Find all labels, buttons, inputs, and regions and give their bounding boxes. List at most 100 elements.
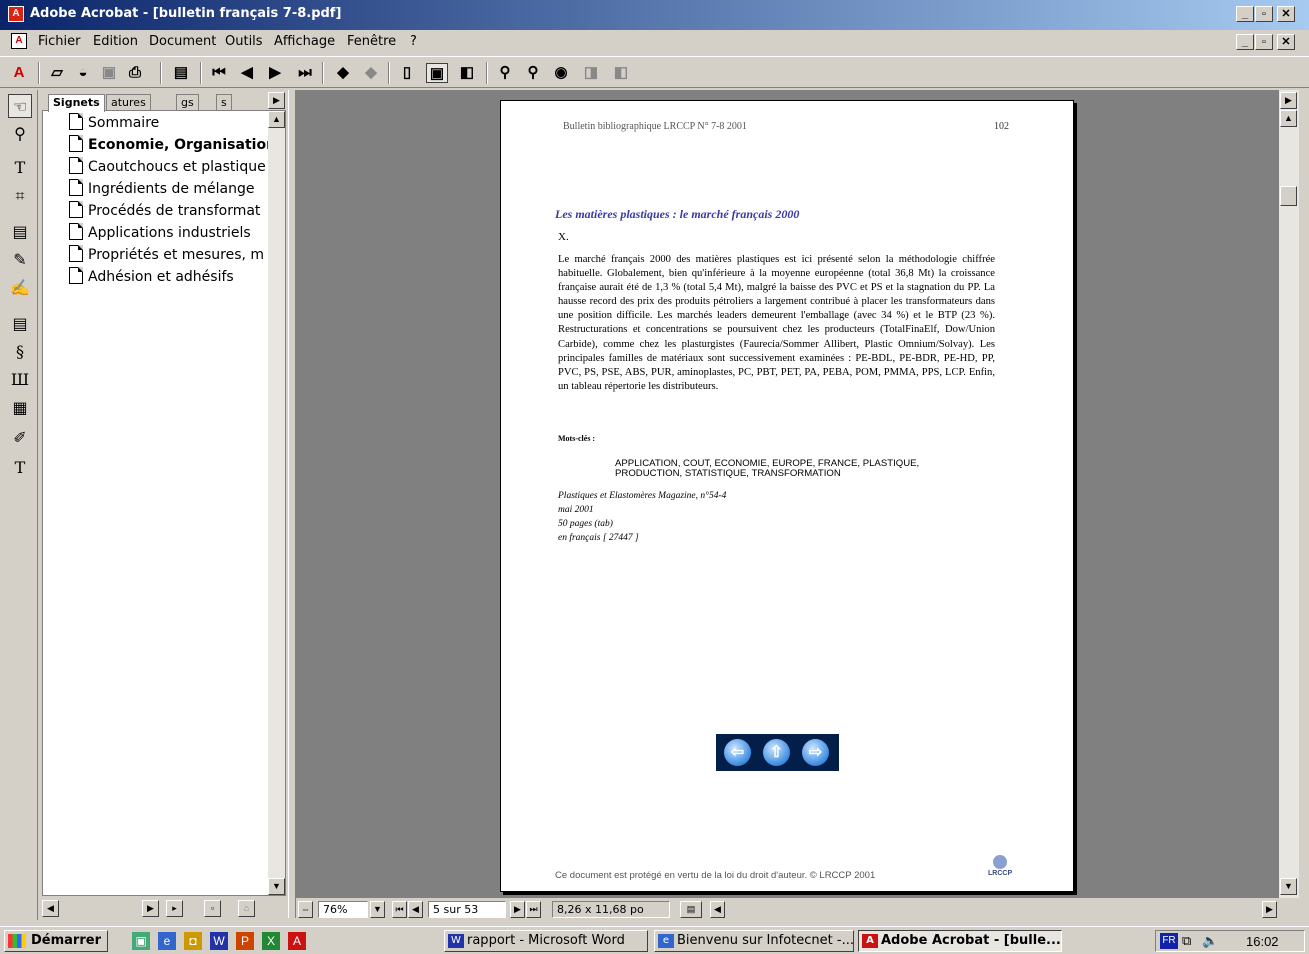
highlight-icon[interactable]: ✍ [8, 276, 32, 300]
zoom-dropdown-button[interactable]: ▼ [370, 901, 385, 918]
actual-size-icon[interactable]: ▯ [396, 63, 418, 83]
menu-edition[interactable]: Edition [93, 34, 138, 49]
search-results-icon[interactable]: ◉ [550, 63, 572, 83]
internet-explorer-icon[interactable]: e [158, 932, 176, 950]
bookmark-item[interactable]: Procédés de transformat [69, 201, 260, 221]
prev-page-button[interactable]: ◀ [408, 901, 423, 918]
prev-arrow-icon[interactable]: ⇦ [724, 739, 751, 766]
word-icon[interactable]: W [210, 932, 228, 950]
next-highlight-icon[interactable]: ◧ [610, 63, 632, 83]
bookmark-item[interactable]: Ingrédients de mélange [69, 179, 255, 199]
minimize-button[interactable]: _ [1236, 6, 1254, 22]
go-back-icon[interactable]: ◆ [332, 63, 354, 83]
task-word[interactable]: W rapport - Microsoft Word [444, 930, 648, 952]
document-menu-icon[interactable]: A [11, 33, 27, 49]
bookmark-item[interactable]: Caoutchoucs et plastique [69, 157, 266, 177]
pane-splitter[interactable] [288, 90, 296, 918]
scroll-down-button[interactable]: ▼ [1280, 878, 1297, 895]
delete-bookmark-icon[interactable]: ⌂ [238, 900, 255, 917]
clock[interactable]: 16:02 [1246, 934, 1279, 949]
acrobat-app-icon[interactable]: A [8, 6, 24, 22]
bookmark-item[interactable]: Sommaire [69, 113, 159, 133]
tab-signets[interactable]: Signets [48, 94, 105, 112]
task-browser[interactable]: e Bienvenu sur Infotecnet -... [654, 930, 854, 952]
new-bookmark-icon[interactable]: ▸ [166, 900, 183, 917]
show-pane-icon[interactable]: ▤ [170, 63, 192, 83]
doc-restore-button[interactable]: ▫ [1255, 34, 1273, 50]
doc-minimize-button[interactable]: _ [1236, 34, 1254, 50]
restore-button[interactable]: ▫ [1255, 6, 1273, 22]
save-icon[interactable]: ▣ [98, 63, 120, 83]
last-page-button[interactable]: ⏭ [526, 901, 541, 918]
scroll-up-button[interactable]: ▲ [268, 111, 285, 128]
next-arrow-icon[interactable]: ⇨ [802, 739, 829, 766]
bookmark-item[interactable]: Applications industriels [69, 223, 251, 243]
bookmark-item[interactable]: Economie, Organisation, [69, 135, 281, 155]
go-forward-icon[interactable]: ◆ [360, 63, 382, 83]
desktop-icon[interactable]: ▣ [132, 932, 150, 950]
signature-icon[interactable]: ✐ [8, 426, 32, 450]
document-scrollbar[interactable]: ▶ ▲ ▼ [1279, 90, 1299, 898]
bookmark-item[interactable]: Propriétés et mesures, m [69, 245, 264, 265]
prev-highlight-icon[interactable]: ◨ [580, 63, 602, 83]
touchup-text-icon[interactable]: T [8, 456, 32, 480]
outlook-icon[interactable]: ◘ [184, 932, 202, 950]
movie-icon[interactable]: ▤ [8, 312, 32, 336]
hand-icon[interactable]: ☜ [8, 94, 32, 118]
search-icon[interactable]: ⚲ [522, 63, 544, 83]
bookmark-item[interactable]: Adhésion et adhésifs [69, 267, 234, 287]
print-icon[interactable]: ⎙ [124, 63, 146, 83]
bookmark-scrollbar[interactable]: ▲ ▼ [268, 111, 285, 895]
powerpoint-icon[interactable]: P [236, 932, 254, 950]
acrobat-quicklaunch-icon[interactable]: A [288, 932, 306, 950]
menu-outils[interactable]: Outils [225, 34, 263, 49]
network-icon[interactable]: ⧉ [1182, 933, 1191, 949]
first-page-icon[interactable]: ⏮ [208, 63, 230, 83]
crop-icon[interactable]: ⌗ [8, 184, 32, 208]
next-page-icon[interactable]: ▶ [264, 63, 286, 83]
article-icon[interactable]: Ш [8, 368, 32, 392]
prev-page-icon[interactable]: ◀ [236, 63, 258, 83]
doc-close-button[interactable]: ✕ [1277, 34, 1295, 50]
note-icon[interactable]: ▤ [8, 220, 32, 244]
hscroll-left-button[interactable]: ◀ [710, 901, 725, 918]
pencil-icon[interactable]: ✎ [8, 248, 32, 272]
menu-help[interactable]: ? [410, 34, 417, 49]
text-select-icon[interactable]: T [8, 156, 32, 180]
fit-width-icon[interactable]: ◧ [456, 63, 478, 83]
scroll-right-pane-button[interactable]: ▶ [1280, 92, 1297, 109]
close-button[interactable]: ✕ [1277, 6, 1295, 22]
menu-affichage[interactable]: Affichage [274, 34, 335, 49]
split-toggle-button[interactable]: ⇔ [298, 901, 313, 918]
excel-icon[interactable]: X [262, 932, 280, 950]
scroll-down-button[interactable]: ▼ [268, 878, 285, 895]
form-icon[interactable]: ▦ [8, 396, 32, 420]
first-page-button[interactable]: ⏮ [392, 901, 407, 918]
menu-document[interactable]: Document [149, 34, 216, 49]
link-icon[interactable]: § [8, 340, 32, 364]
acrobat-logo-icon[interactable]: A [8, 63, 30, 83]
expand-bookmark-icon[interactable]: ▫ [204, 900, 221, 917]
zoom-icon[interactable]: ⚲ [8, 122, 32, 146]
hscroll-right-button[interactable]: ▶ [1262, 901, 1277, 918]
hscroll-left-button[interactable]: ◀ [42, 900, 59, 917]
scroll-thumb[interactable] [1280, 186, 1297, 206]
start-button[interactable]: Démarrer [4, 930, 108, 952]
language-indicator[interactable]: FR [1160, 933, 1178, 949]
find-icon[interactable]: ⚲ [494, 63, 516, 83]
page-layout-button[interactable]: ▤ [680, 901, 702, 918]
fit-page-icon[interactable]: ▣ [426, 63, 448, 83]
menu-fichier[interactable]: Fichier [38, 34, 81, 49]
up-arrow-icon[interactable]: ⇧ [763, 739, 790, 766]
scroll-up-button[interactable]: ▲ [1280, 110, 1297, 127]
task-acrobat[interactable]: A Adobe Acrobat - [bulle... [858, 930, 1062, 952]
volume-icon[interactable]: 🔈 [1202, 933, 1218, 949]
menu-fenetre[interactable]: Fenêtre [347, 34, 396, 49]
open-web-icon[interactable]: ◒ [72, 63, 94, 83]
open-icon[interactable]: ▱ [46, 63, 68, 83]
next-page-button[interactable]: ▶ [510, 901, 525, 918]
page-field[interactable]: 5 sur 53 [428, 901, 506, 918]
zoom-field[interactable]: 76% [318, 901, 368, 918]
hscroll-right-button[interactable]: ▶ [142, 900, 159, 917]
last-page-icon[interactable]: ⏭ [294, 63, 316, 83]
